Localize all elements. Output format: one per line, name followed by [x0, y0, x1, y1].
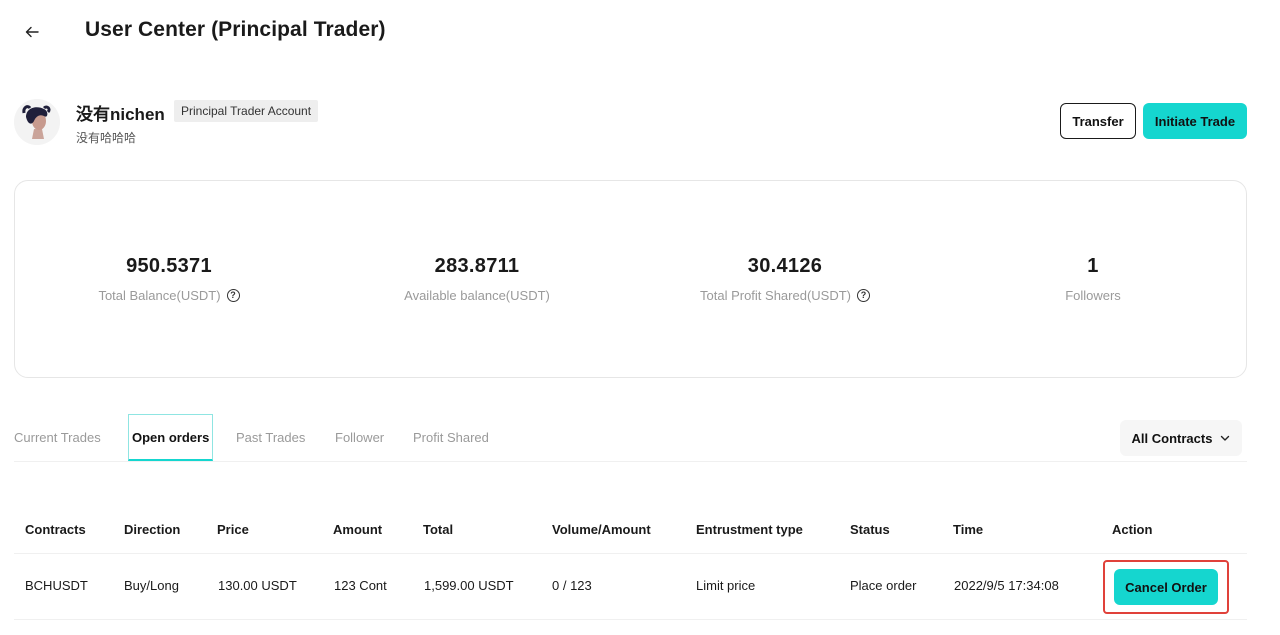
open-orders-table: Contracts Direction Price Amount Total V… [14, 508, 1247, 620]
cell-price: 130.00 USDT [218, 578, 297, 593]
table-header: Contracts Direction Price Amount Total V… [14, 508, 1247, 554]
column-header: Direction [124, 522, 181, 537]
avatar [14, 99, 60, 145]
transfer-button[interactable]: Transfer [1060, 103, 1136, 139]
column-header: Price [217, 522, 249, 537]
table-row: BCHUSDT Buy/Long 130.00 USDT 123 Cont 1,… [14, 554, 1247, 620]
stat-label: Followers [1065, 288, 1121, 303]
column-header: Amount [333, 522, 383, 537]
arrow-left-icon [25, 26, 39, 38]
stat-followers: 1 Followers [1043, 255, 1143, 303]
contracts-filter-label: All Contracts [1131, 430, 1213, 446]
tab-current-trades[interactable]: Current Trades [14, 414, 101, 461]
back-button[interactable] [20, 20, 44, 44]
stat-label: Available balance(USDT) [404, 288, 550, 303]
contracts-filter-dropdown[interactable]: All Contracts [1120, 420, 1242, 456]
column-header: Total [423, 522, 454, 537]
column-header: Contracts [25, 522, 86, 537]
stat-total-profit-shared: 30.4126 Total Profit Shared(USDT) ? [691, 255, 879, 303]
help-icon[interactable]: ? [226, 289, 240, 302]
tab-open-orders[interactable]: Open orders [128, 414, 214, 461]
stat-value: 283.8711 [434, 255, 520, 277]
cell-volume-amount: 0 / 123 [552, 578, 592, 593]
initiate-trade-button[interactable]: Initiate Trade [1143, 103, 1247, 139]
stat-label: Total Balance(USDT) [98, 288, 221, 303]
cell-time: 2022/9/5 17:34:08 [954, 578, 1059, 593]
stat-value: 30.4126 [747, 255, 823, 277]
column-header: Status [850, 522, 890, 537]
cell-entrustment-type: Limit price [696, 578, 756, 593]
user-subtitle: 没有哈哈哈 [76, 131, 137, 145]
cell-status: Place order [850, 578, 917, 593]
tab-bar: Current Trades Open orders Past Trades F… [14, 414, 1247, 462]
chevron-down-icon [1221, 435, 1230, 441]
cell-amount: 123 Cont [334, 578, 387, 593]
tab-profit-shared[interactable]: Profit Shared [413, 414, 489, 461]
cancel-order-button[interactable]: Cancel Order [1114, 569, 1218, 605]
column-header: Volume/Amount [552, 522, 651, 537]
account-type-badge: Principal Trader Account [174, 100, 319, 122]
column-header: Action [1112, 522, 1153, 537]
stats-card: 950.5371 Total Balance(USDT) ? 283.8711 … [14, 180, 1247, 378]
cell-total: 1,599.00 USDT [424, 578, 514, 593]
stat-available-balance: 283.8711 Available balance(USDT) [401, 255, 553, 303]
stat-label: Total Profit Shared(USDT) [700, 288, 851, 303]
tab-past-trades[interactable]: Past Trades [236, 414, 305, 461]
cell-direction: Buy/Long [124, 578, 179, 593]
username: 没有nichen [76, 105, 165, 124]
tab-follower[interactable]: Follower [335, 414, 384, 461]
stat-total-balance: 950.5371 Total Balance(USDT) ? [83, 255, 255, 303]
stat-value: 950.5371 [126, 255, 212, 277]
highlight-box: Cancel Order [1103, 560, 1229, 614]
help-icon[interactable]: ? [857, 289, 870, 302]
stat-value: 1 [1087, 255, 1099, 277]
column-header: Entrustment type [696, 522, 803, 537]
cell-contracts: BCHUSDT [25, 578, 88, 593]
page-title: User Center (Principal Trader) [85, 18, 386, 41]
column-header: Time [953, 522, 984, 537]
